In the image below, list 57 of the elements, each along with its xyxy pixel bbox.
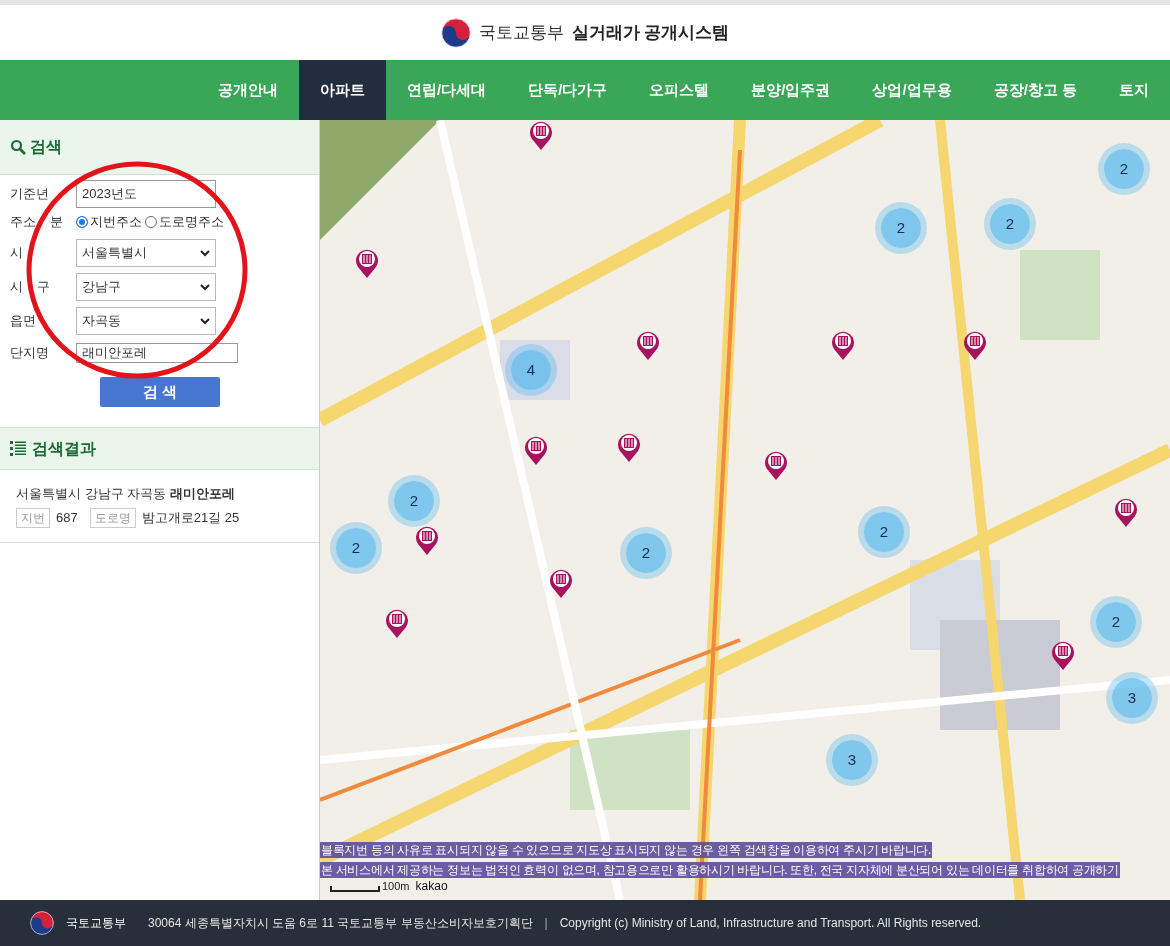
field-label: 분 xyxy=(50,213,63,232)
field-label: 시 xyxy=(10,278,23,297)
address-tag: 지번 xyxy=(16,507,50,528)
footer-address: 30064 세종특별자치시 도움 6로 11 국토교통부 부동산소비자보호기획단 xyxy=(148,915,533,932)
field-label: 기준년 xyxy=(10,184,49,203)
dropdown[interactable]: 자곡동 xyxy=(76,307,216,335)
building-pin-icon[interactable] xyxy=(617,432,641,462)
building-pin-icon[interactable] xyxy=(1051,640,1075,670)
search-icon xyxy=(10,139,26,155)
building-pin-icon[interactable] xyxy=(831,330,855,360)
chevron-icon xyxy=(200,283,210,291)
ministry-name: 국토교통부 xyxy=(478,21,564,44)
building-pin-icon[interactable] xyxy=(355,248,379,278)
chevron-icon xyxy=(200,317,210,325)
field-label: 주소 xyxy=(10,213,36,232)
chevron-icon xyxy=(200,249,210,257)
notice-text: 블록지번 등의 사유로 표시되지 않을 수 있으므로 지도상 표시되지 않는 경우 왼쪽 검색창을 이용하여 주시기 바랍니다. xyxy=(320,842,933,858)
field-label: 구 xyxy=(37,278,50,297)
scale-label: 100m xyxy=(382,881,410,892)
dropdown[interactable]: 강남구 xyxy=(76,273,216,301)
separator: | xyxy=(544,915,548,932)
ministry-logo xyxy=(440,17,471,48)
building-pin-icon[interactable] xyxy=(415,525,439,555)
text-field[interactable]: 래미안포레 xyxy=(76,342,238,363)
radio-button[interactable] xyxy=(145,216,157,228)
radio-button[interactable] xyxy=(76,216,88,228)
panel-title: 검색결과 xyxy=(32,438,96,459)
radio-option[interactable]: 지번주소 xyxy=(76,212,142,232)
field-label: 단지명 xyxy=(10,343,49,362)
copyright-text: Copyright (c) Ministry of Land, Infrastructure and Transport. All Rights reserved. xyxy=(559,915,982,932)
radio-option[interactable]: 도로명주소 xyxy=(145,212,224,232)
map-brand: kakao xyxy=(415,880,448,892)
text-field[interactable]: 2023년도 xyxy=(76,179,216,208)
building-pin-icon[interactable] xyxy=(385,608,409,638)
lot-number: 687 xyxy=(56,508,78,527)
building-pin-icon[interactable] xyxy=(529,120,553,150)
nav-tab[interactable]: 아파트 xyxy=(298,60,386,120)
field-label: 읍면 xyxy=(10,312,36,331)
building-pin-icon[interactable] xyxy=(636,330,660,360)
ministry-logo xyxy=(30,911,54,935)
site-title: 실거래가 공개시스템 xyxy=(571,21,730,44)
building-pin-icon[interactable] xyxy=(1114,497,1138,527)
result-address[interactable]: 서울특별시 강남구 자곡동 래미안포레 xyxy=(16,484,303,504)
footer-ministry: 국토교통부 xyxy=(66,915,126,932)
dropdown[interactable]: 서울특별시 xyxy=(76,239,216,267)
field-label: 시 xyxy=(10,244,23,263)
road-address: 밤고개로21길 25 xyxy=(141,508,240,527)
notice-text: 본 서비스에서 제공하는 정보는 법적인 효력이 없으며, 참고용으로만 활용하시기 바랍니다. 또한, 전국 지자체에 분산되어 있는 데이터를 취합하여 공개하기 xyxy=(320,862,1120,878)
building-pin-icon[interactable] xyxy=(549,568,573,598)
building-pin-icon[interactable] xyxy=(963,330,987,360)
building-pin-icon[interactable] xyxy=(764,450,788,480)
list-icon xyxy=(10,441,26,456)
panel-title: 검색 xyxy=(30,137,62,157)
scale-bar xyxy=(330,886,380,892)
search-button[interactable]: 검 색 xyxy=(100,377,220,407)
building-pin-icon[interactable] xyxy=(524,435,548,465)
address-tag: 도로명 xyxy=(89,507,136,528)
